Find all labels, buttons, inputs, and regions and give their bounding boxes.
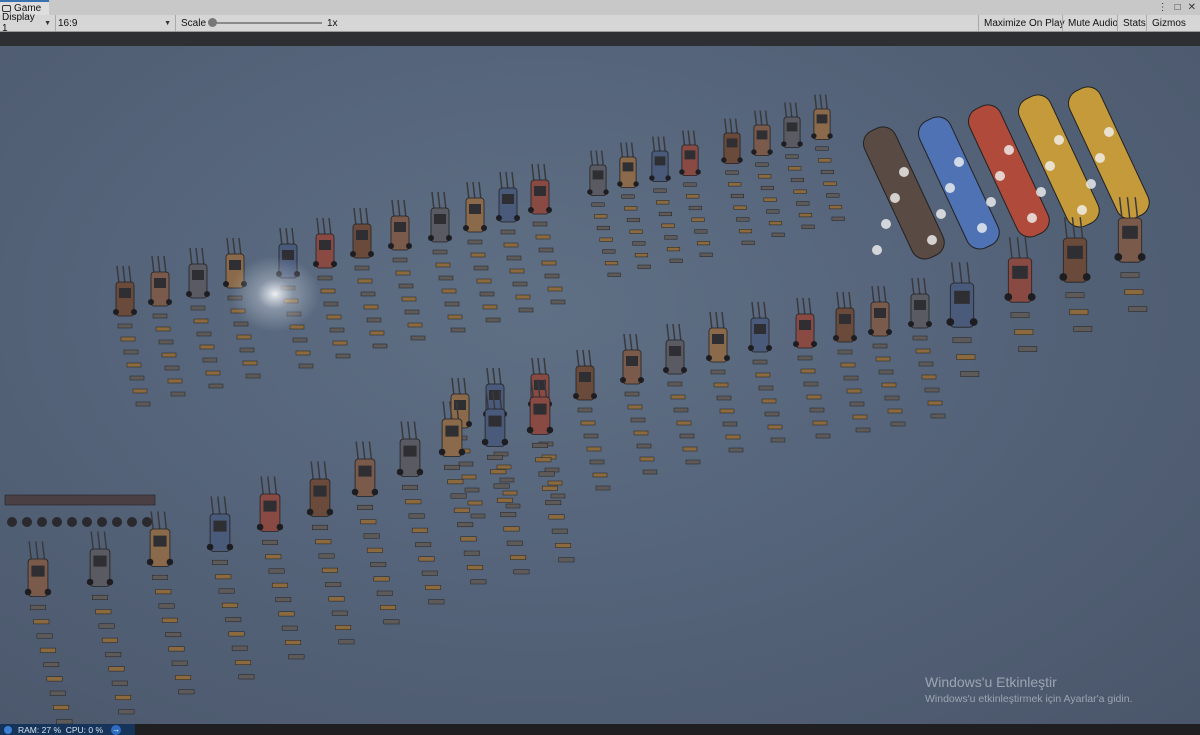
vehicle-model bbox=[908, 277, 946, 419]
chevron-down-icon: ▼ bbox=[164, 19, 171, 27]
vehicle-model bbox=[206, 496, 255, 680]
train-model bbox=[4, 494, 156, 527]
scale-label: Scale bbox=[181, 17, 207, 29]
vehicle-model bbox=[868, 285, 906, 427]
vehicle-model bbox=[463, 181, 501, 323]
scale-slider-handle[interactable] bbox=[208, 18, 217, 27]
aspect-select[interactable]: 16:9 ▼ bbox=[56, 15, 176, 31]
close-icon[interactable]: ✕ bbox=[1188, 2, 1196, 13]
vehicle-model bbox=[649, 136, 683, 263]
vehicle-model bbox=[751, 110, 785, 237]
vehicle-model bbox=[573, 349, 611, 491]
status-bar: RAM: 27 % CPU: 0 % → bbox=[0, 724, 1200, 735]
vehicle-model bbox=[396, 421, 445, 605]
ram-value: 27 % bbox=[41, 724, 61, 735]
vehicle-model bbox=[481, 391, 530, 575]
ram-label: RAM: bbox=[18, 724, 40, 735]
vehicle-model bbox=[113, 265, 151, 407]
maximize-icon[interactable]: □ bbox=[1175, 2, 1181, 13]
game-controller-icon bbox=[2, 5, 11, 12]
vehicle-model bbox=[721, 118, 755, 245]
vehicle-model bbox=[587, 150, 621, 277]
vehicle-model bbox=[811, 94, 845, 221]
light-glow bbox=[230, 256, 320, 332]
vehicle-model bbox=[528, 163, 566, 305]
scale-slider-track[interactable] bbox=[212, 22, 322, 24]
windows-activation-watermark: Windows'u Etkinleştir Windows'u etkinleş… bbox=[925, 674, 1132, 705]
vehicle-model bbox=[617, 142, 651, 269]
vehicle-model bbox=[663, 323, 701, 465]
scene-render bbox=[4, 86, 1150, 724]
game-viewport[interactable]: Windows'u Etkinleştir Windows'u etkinleş… bbox=[0, 32, 1200, 724]
vehicle-model bbox=[706, 311, 744, 453]
vehicle-model bbox=[350, 207, 388, 349]
vehicle-model bbox=[146, 511, 195, 695]
vehicle-model bbox=[781, 102, 815, 229]
vehicle-model bbox=[438, 401, 487, 585]
watermark-title: Windows'u Etkinleştir bbox=[925, 674, 1057, 690]
perf-stats: RAM: 27 % CPU: 0 % → bbox=[0, 724, 135, 735]
vehicle-model bbox=[86, 531, 135, 715]
game-toolbar: Display 1 ▼ 16:9 ▼ Scale 1x Maximize On … bbox=[0, 12, 1200, 34]
vehicle-model bbox=[1059, 217, 1093, 332]
vehicle-model bbox=[833, 291, 871, 433]
chevron-down-icon: ▼ bbox=[44, 19, 51, 27]
vehicle-model bbox=[186, 247, 224, 389]
vehicle-model bbox=[793, 297, 831, 439]
maximize-on-play-button[interactable]: Maximize On Play bbox=[978, 15, 1070, 31]
vehicle-model bbox=[24, 541, 73, 724]
vehicle-model bbox=[496, 171, 534, 313]
vehicle-model bbox=[388, 199, 426, 341]
vehicle-model bbox=[428, 191, 466, 333]
vehicle-model bbox=[351, 441, 400, 625]
vehicle-model bbox=[306, 461, 355, 645]
cpu-value: 0 % bbox=[88, 724, 104, 735]
display-select-value: Display 1 bbox=[2, 12, 35, 34]
tab-bar: Game ⋮ □ ✕ bbox=[0, 0, 1200, 16]
mute-audio-button[interactable]: Mute Audio bbox=[1062, 15, 1123, 31]
more-options-icon[interactable]: ⋮ bbox=[1158, 2, 1168, 13]
vehicle-model bbox=[1004, 237, 1038, 352]
performance-icon bbox=[4, 725, 12, 734]
arrow-right-icon[interactable]: → bbox=[111, 724, 122, 735]
vehicle-model bbox=[620, 333, 658, 475]
vehicle-model bbox=[148, 255, 186, 397]
scale-value: 1x bbox=[327, 17, 338, 29]
vehicle-model bbox=[946, 262, 980, 377]
vehicle-model bbox=[256, 476, 305, 660]
window-controls: ⋮ □ ✕ bbox=[1158, 0, 1196, 15]
vehicle-model bbox=[679, 130, 713, 257]
vehicle-model bbox=[748, 301, 786, 443]
watermark-subtitle: Windows'u etkinleştirmek için Ayarlar'a … bbox=[925, 693, 1133, 705]
display-select[interactable]: Display 1 ▼ bbox=[0, 12, 56, 34]
aspect-select-value: 16:9 bbox=[58, 17, 78, 29]
cpu-label: CPU: bbox=[65, 724, 87, 735]
gizmos-button[interactable]: Gizmos bbox=[1146, 15, 1191, 31]
